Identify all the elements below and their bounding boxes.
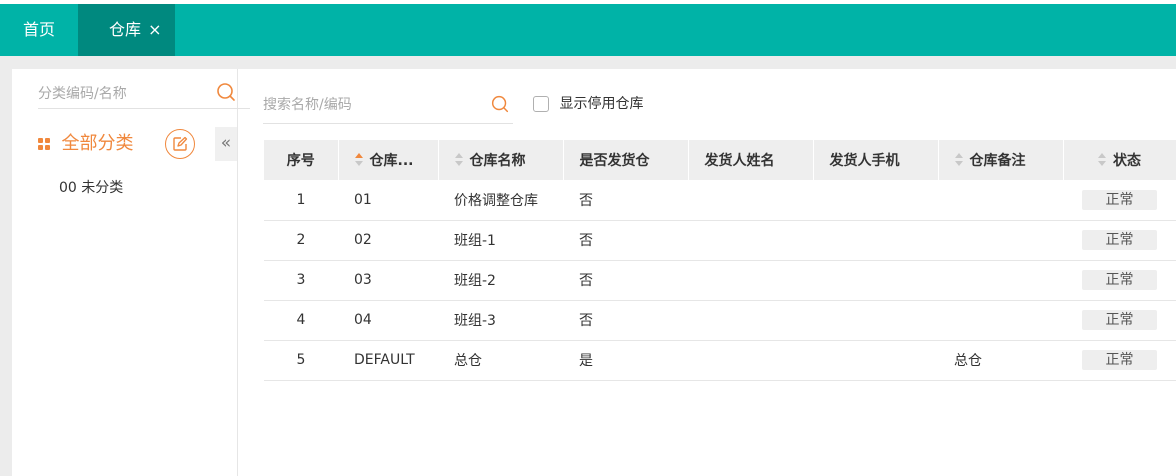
search-icon[interactable] — [214, 80, 238, 104]
cell-code: 02 — [338, 220, 438, 261]
show-disabled-toggle[interactable]: 显示停用仓库 — [533, 95, 643, 113]
cell-is-ship: 否 — [563, 180, 688, 221]
category-search-placeholder: 分类编码/名称 — [38, 86, 127, 102]
cell-status: 正常 — [1063, 180, 1176, 221]
warehouse-search-placeholder: 搜索名称/编码 — [263, 97, 352, 113]
column-header-status[interactable]: 状态 — [1063, 140, 1176, 180]
cell-name: 班组-3 — [438, 300, 563, 341]
warehouse-search-input[interactable]: 搜索名称/编码 — [263, 86, 513, 124]
tab-home[interactable]: 首页 — [0, 4, 78, 56]
cell-is-ship: 否 — [563, 260, 688, 301]
table-row[interactable]: 1 01 价格调整仓库 否 正常 — [264, 180, 1176, 221]
cell-sender-phone — [813, 180, 938, 221]
status-badge: 正常 — [1082, 230, 1157, 250]
cell-index: 2 — [264, 220, 338, 261]
cell-is-ship: 是 — [563, 340, 688, 381]
cell-sender-name — [688, 340, 813, 381]
cell-remark — [938, 220, 1063, 261]
edit-category-button[interactable] — [165, 129, 195, 159]
cell-sender-name — [688, 260, 813, 301]
status-badge: 正常 — [1082, 310, 1157, 330]
column-header-remark[interactable]: 仓库备注 — [938, 140, 1064, 180]
cell-name: 价格调整仓库 — [438, 180, 563, 221]
category-sidebar: 分类编码/名称 全部分类 « 00 未分类 — [12, 69, 250, 476]
table-row[interactable]: 4 04 班组-3 否 正常 — [264, 300, 1176, 341]
cell-code: 04 — [338, 300, 438, 341]
cell-status: 正常 — [1063, 260, 1176, 301]
status-badge: 正常 — [1082, 270, 1157, 290]
category-item[interactable]: 00 未分类 — [59, 177, 123, 197]
cell-is-ship: 否 — [563, 220, 688, 261]
cell-code: 01 — [338, 180, 438, 221]
cell-status: 正常 — [1063, 220, 1176, 261]
cell-sender-phone — [813, 260, 938, 301]
column-header-sender-phone: 发货人手机 — [813, 140, 939, 180]
left-gutter — [0, 69, 12, 476]
warehouse-table: 序号 仓库... 仓库名称 是否发货仓 发货人姓名 发货人手机 仓库备注 状态 … — [264, 140, 1176, 381]
table-row[interactable]: 5 DEFAULT 总仓 是 总仓 正常 — [264, 340, 1176, 381]
show-disabled-label: 显示停用仓库 — [559, 96, 644, 112]
cell-remark: 总仓 — [938, 340, 1063, 381]
cell-name: 总仓 — [438, 340, 563, 381]
column-header-code[interactable]: 仓库... — [338, 140, 439, 180]
cell-is-ship: 否 — [563, 300, 688, 341]
cell-sender-name — [688, 180, 813, 221]
cell-index: 3 — [264, 260, 338, 301]
cell-sender-name — [688, 300, 813, 341]
tab-warehouse-label: 仓库 — [109, 20, 142, 39]
cell-remark — [938, 300, 1063, 341]
sort-icon[interactable] — [354, 153, 364, 167]
cell-index: 1 — [264, 180, 338, 221]
close-icon[interactable]: × — [148, 20, 161, 39]
column-header-name[interactable]: 仓库名称 — [438, 140, 564, 180]
category-search-input[interactable]: 分类编码/名称 — [38, 77, 250, 109]
column-header-index: 序号 — [264, 140, 339, 180]
category-all-label: 全部分类 — [61, 133, 134, 154]
cell-sender-phone — [813, 340, 938, 381]
tab-warehouse[interactable]: 仓库 × — [78, 4, 175, 56]
top-tab-bar: 首页 仓库 × — [0, 4, 1176, 56]
gutter — [0, 56, 1176, 69]
cell-index: 4 — [264, 300, 338, 341]
edit-icon — [173, 136, 188, 151]
table-header-row: 序号 仓库... 仓库名称 是否发货仓 发货人姓名 发货人手机 仓库备注 状态 — [264, 140, 1176, 180]
cell-sender-phone — [813, 220, 938, 261]
show-disabled-checkbox[interactable] — [533, 96, 549, 112]
sort-icon[interactable] — [1098, 153, 1107, 167]
cell-name: 班组-1 — [438, 220, 563, 261]
column-header-is-ship: 是否发货仓 — [563, 140, 689, 180]
table-row[interactable]: 3 03 班组-2 否 正常 — [264, 260, 1176, 301]
cell-status: 正常 — [1063, 300, 1176, 341]
cell-code: DEFAULT — [338, 340, 438, 381]
cell-index: 5 — [264, 340, 338, 381]
cell-remark — [938, 260, 1063, 301]
cell-sender-phone — [813, 300, 938, 341]
table-row[interactable]: 2 02 班组-1 否 正常 — [264, 220, 1176, 261]
grid-icon — [38, 138, 50, 150]
collapse-sidebar-button[interactable]: « — [215, 127, 237, 161]
cell-remark — [938, 180, 1063, 221]
cell-sender-name — [688, 220, 813, 261]
category-all[interactable]: 全部分类 — [38, 131, 133, 157]
cell-name: 班组-2 — [438, 260, 563, 301]
sort-icon[interactable] — [454, 153, 464, 167]
search-icon[interactable] — [489, 93, 511, 115]
status-badge: 正常 — [1082, 350, 1157, 370]
sort-icon[interactable] — [954, 153, 964, 167]
column-header-sender-name: 发货人姓名 — [688, 140, 814, 180]
cell-status: 正常 — [1063, 340, 1176, 381]
cell-code: 03 — [338, 260, 438, 301]
status-badge: 正常 — [1082, 189, 1157, 210]
